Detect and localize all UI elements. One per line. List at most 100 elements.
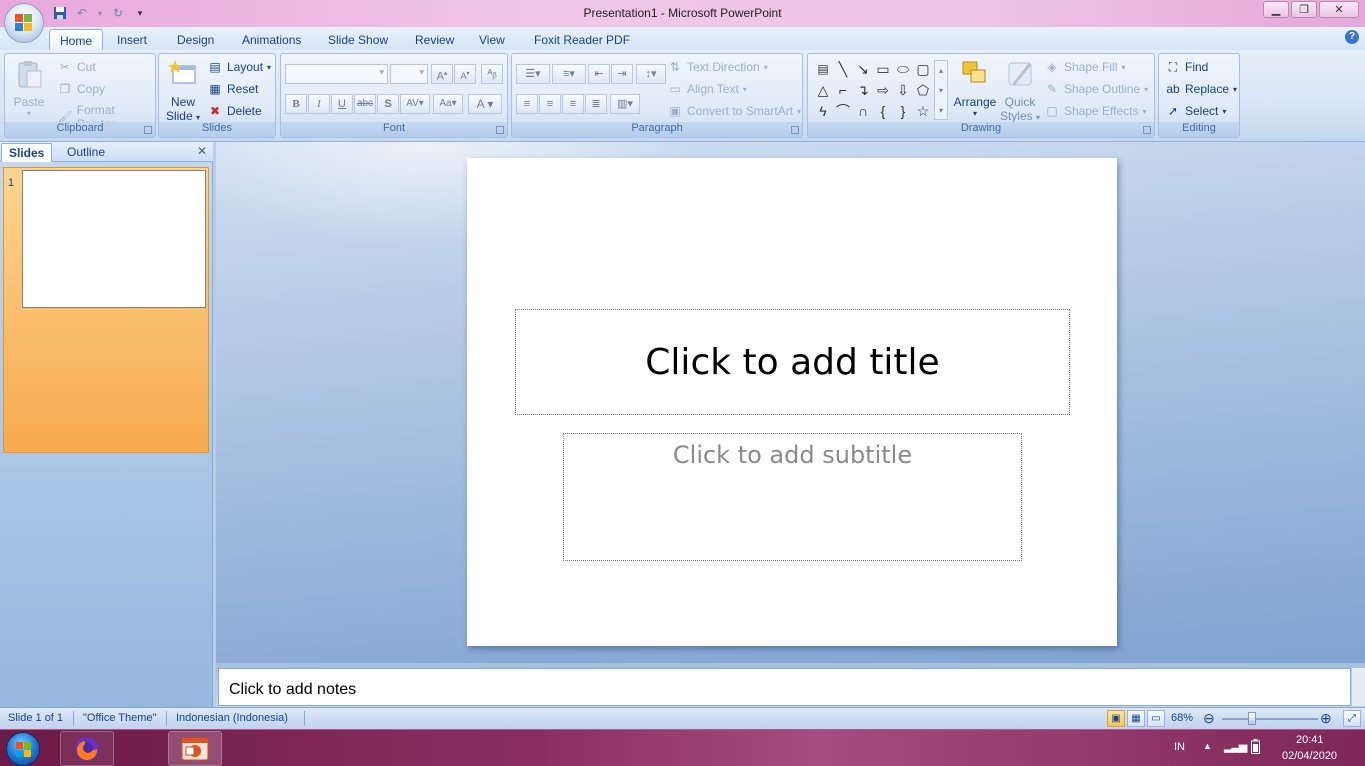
tab-insert[interactable]: Insert <box>107 29 157 51</box>
office-button[interactable] <box>4 3 44 43</box>
shrink-font-icon[interactable]: A▾ <box>454 64 476 84</box>
curved-connector-shape-icon[interactable]: ⌒ <box>834 102 852 120</box>
star-shape-icon[interactable]: ☆ <box>914 102 932 120</box>
replace-button[interactable]: ab Replace ▾ <box>1165 81 1237 97</box>
triangle-shape-icon[interactable]: △ <box>814 81 832 99</box>
show-hidden-icons-icon[interactable]: ▲ <box>1203 741 1212 751</box>
tab-outline[interactable]: Outline <box>60 143 112 162</box>
clipboard-launcher-icon[interactable] <box>144 126 152 134</box>
justify-icon[interactable]: ≣ <box>585 94 607 114</box>
drawing-launcher-icon[interactable] <box>1143 126 1151 134</box>
zoom-slider-track[interactable] <box>1222 718 1318 720</box>
pentagon-shape-icon[interactable]: ⬠ <box>914 81 932 99</box>
arrow-line-shape-icon[interactable]: ↘ <box>854 60 872 78</box>
shape-effects-button[interactable]: ▢ Shape Effects ▾ <box>1044 103 1146 119</box>
cut-button[interactable]: ✂ Cut <box>57 59 96 75</box>
layout-button[interactable]: ▤ Layout ▾ <box>207 59 271 75</box>
restore-button[interactable]: ❐ <box>1291 1 1317 18</box>
clock-time[interactable]: 20:41 <box>1296 734 1324 746</box>
character-spacing-icon[interactable]: AV▾ <box>400 94 430 114</box>
underline-icon[interactable]: U <box>331 94 353 114</box>
clock-date[interactable]: 02/04/2020 <box>1282 750 1337 762</box>
subtitle-placeholder[interactable]: Click to add subtitle <box>563 433 1022 561</box>
zoom-in-icon[interactable]: ⊕ <box>1320 710 1332 727</box>
zoom-level[interactable]: 68% <box>1171 712 1193 724</box>
decrease-indent-icon[interactable]: ⇤ <box>588 64 610 84</box>
firefox-taskbar-button[interactable] <box>60 731 114 766</box>
rounded-rectangle-shape-icon[interactable]: ▢ <box>914 60 932 78</box>
notes-input[interactable]: Click to add notes <box>218 668 1351 706</box>
tab-design[interactable]: Design <box>167 29 224 51</box>
delete-slide-button[interactable]: ✖ Delete <box>207 103 262 119</box>
italic-icon[interactable]: I <box>308 94 330 114</box>
line-spacing-icon[interactable]: ↕▾ <box>636 64 666 84</box>
down-arrow-shape-icon[interactable]: ⇩ <box>894 81 912 99</box>
title-placeholder[interactable]: Click to add title <box>515 309 1070 415</box>
tab-animations[interactable]: Animations <box>232 29 311 51</box>
battery-icon[interactable] <box>1251 739 1260 757</box>
convert-smartart-button[interactable]: ▣ Convert to SmartArt ▾ <box>667 103 801 119</box>
minimize-button[interactable]: ▁ <box>1263 1 1289 18</box>
rectangle-shape-icon[interactable]: ▭ <box>874 60 892 78</box>
strikethrough-icon[interactable]: abc <box>354 94 376 114</box>
right-brace-shape-icon[interactable]: } <box>894 102 912 120</box>
normal-view-icon[interactable]: ▣ <box>1107 710 1125 727</box>
shape-fill-button[interactable]: ◈ Shape Fill ▾ <box>1044 59 1125 75</box>
language-status[interactable]: Indonesian (Indonesia) <box>176 712 288 724</box>
oval-shape-icon[interactable]: ⬭ <box>894 60 912 78</box>
notes-scrollbar[interactable] <box>1351 668 1365 706</box>
font-name-combo[interactable] <box>285 64 388 84</box>
clear-formatting-icon[interactable]: ᴬᵦ <box>481 64 503 84</box>
zoom-out-icon[interactable]: ⊖ <box>1203 710 1215 727</box>
tab-slide-show[interactable]: Slide Show <box>318 29 398 51</box>
grow-font-icon[interactable]: A▴ <box>431 64 453 84</box>
copy-button[interactable]: ❐ Copy <box>57 81 105 97</box>
text-direction-button[interactable]: ⇅ Text Direction ▾ <box>667 59 768 75</box>
right-arrow-shape-icon[interactable]: ⇨ <box>874 81 892 99</box>
tab-foxit-reader-pdf[interactable]: Foxit Reader PDF <box>524 29 640 51</box>
font-size-combo[interactable] <box>390 64 428 84</box>
line-shape-icon[interactable]: ╲ <box>834 60 852 78</box>
numbering-icon[interactable]: ≡▾ <box>552 64 586 84</box>
left-brace-shape-icon[interactable]: { <box>874 102 892 120</box>
input-language[interactable]: IN <box>1174 741 1185 753</box>
network-signal-icon[interactable]: ▂▃▅ <box>1224 740 1247 753</box>
font-launcher-icon[interactable] <box>496 126 504 134</box>
align-text-button[interactable]: ▭ Align Text ▾ <box>667 81 747 97</box>
tab-home[interactable]: Home <box>49 29 104 51</box>
increase-indent-icon[interactable]: ⇥ <box>611 64 633 84</box>
zoom-slider-thumb[interactable] <box>1248 712 1256 725</box>
align-center-icon[interactable]: ≡ <box>539 94 561 114</box>
paragraph-launcher-icon[interactable] <box>791 126 799 134</box>
change-case-icon[interactable]: Aa▾ <box>433 94 463 114</box>
shapes-gallery-scroll[interactable]: ▴ ▾ ▾ <box>934 60 948 120</box>
reset-button[interactable]: ▦ Reset <box>207 81 258 97</box>
arc-shape-icon[interactable]: ∩ <box>854 102 872 120</box>
close-panel-icon[interactable]: ✕ <box>197 144 207 158</box>
quick-styles-button[interactable]: Quick Styles ▾ <box>998 58 1042 123</box>
align-right-icon[interactable]: ≡ <box>562 94 584 114</box>
text-shadow-icon[interactable]: S <box>377 94 399 114</box>
slide-thumbnail[interactable] <box>22 170 206 308</box>
select-button[interactable]: ➚ Select ▾ <box>1165 103 1226 119</box>
textbox-shape-icon[interactable]: ▤ <box>814 60 832 78</box>
slide-show-view-icon[interactable]: ▭ <box>1147 710 1165 727</box>
tab-view[interactable]: View <box>469 29 515 51</box>
find-button[interactable]: ⛶ Find <box>1165 59 1209 75</box>
elbow-connector-shape-icon[interactable]: ⌐ <box>834 81 852 99</box>
bold-icon[interactable]: B <box>285 94 307 114</box>
close-button[interactable]: ✕ <box>1319 1 1359 18</box>
paste-button[interactable]: Paste ▾ <box>7 58 51 118</box>
tab-slides[interactable]: Slides <box>1 143 53 162</box>
help-icon[interactable]: ? <box>1345 30 1359 44</box>
elbow-arrow-shape-icon[interactable]: ↴ <box>854 81 872 99</box>
slide-sorter-view-icon[interactable]: ▦ <box>1127 710 1145 727</box>
shape-outline-button[interactable]: ✎ Shape Outline ▾ <box>1044 81 1148 97</box>
freeform-shape-icon[interactable]: ϟ <box>814 102 832 120</box>
tab-review[interactable]: Review <box>405 29 464 51</box>
align-left-icon[interactable]: ≡ <box>516 94 538 114</box>
new-slide-button[interactable]: New Slide ▾ <box>161 58 205 123</box>
powerpoint-taskbar-button[interactable] <box>168 731 222 766</box>
font-color-icon[interactable]: A ▾ <box>468 94 502 114</box>
bullets-icon[interactable]: ☰▾ <box>516 64 550 84</box>
